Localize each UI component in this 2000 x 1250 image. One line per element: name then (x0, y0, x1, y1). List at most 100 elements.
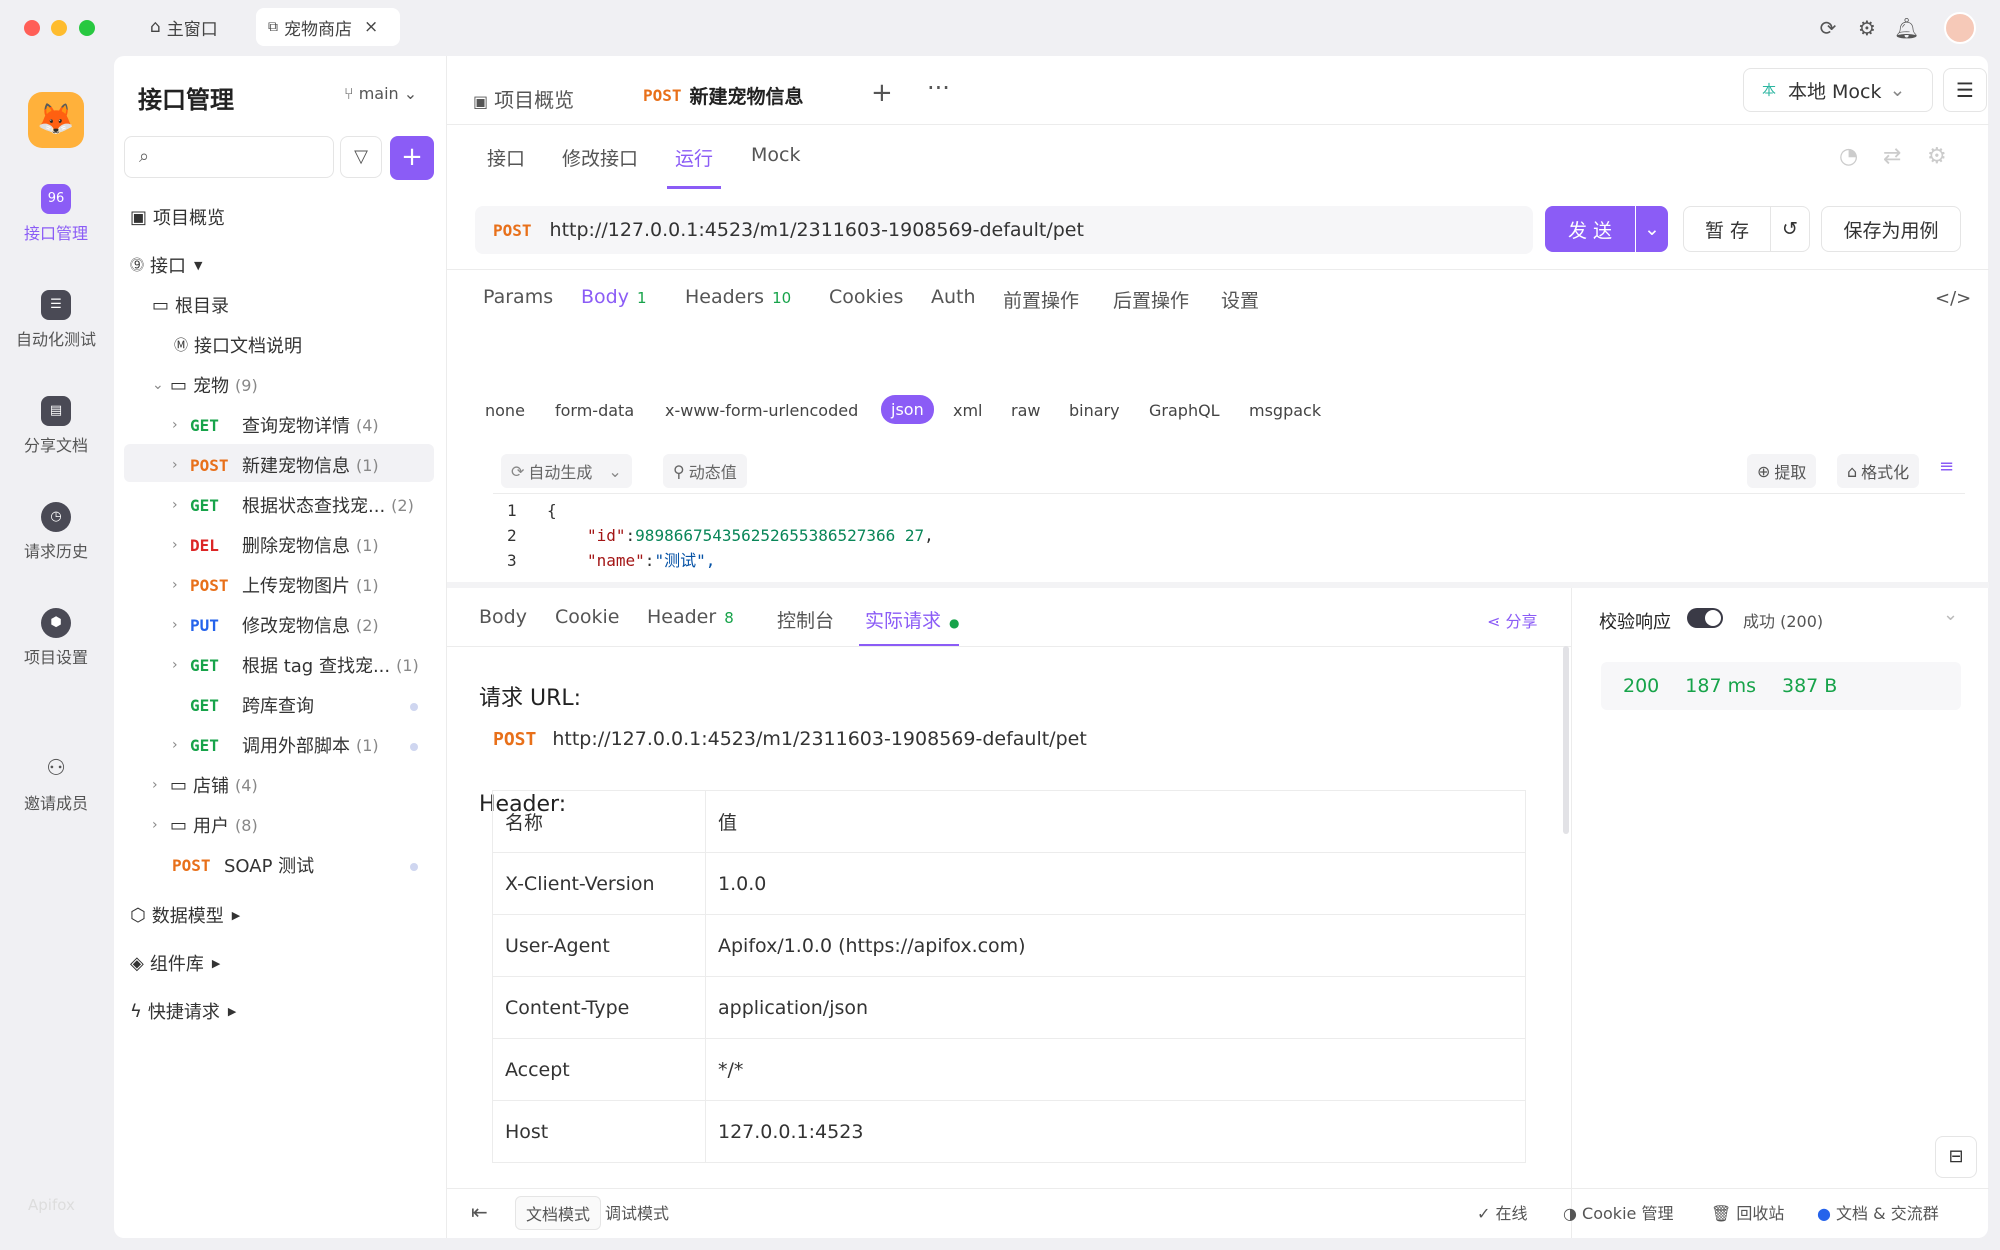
tab-settings[interactable]: 设置 (1221, 286, 1259, 313)
close-tab-icon[interactable]: × (364, 17, 378, 37)
tree-item-doc[interactable]: Ⓜ 接口文档说明 (174, 332, 302, 358)
save-draft-button[interactable]: 暂 存 (1683, 206, 1771, 252)
tree-item-api[interactable]: ⓽ 接口 ▼ (130, 252, 202, 278)
maximize-window-button[interactable] (79, 20, 95, 36)
scrollbar[interactable] (1563, 646, 1569, 834)
window-tab-home[interactable]: ⌂ 主窗口 (138, 8, 230, 46)
tree-item-components[interactable]: ◈ 组件库 ▶ (130, 950, 220, 976)
subtab-edit[interactable]: 修改接口 (562, 144, 638, 171)
rail-item-invite[interactable]: ⚇ 邀请成员 (0, 754, 112, 814)
subtab-api[interactable]: 接口 (487, 144, 525, 171)
tree-api-find-by-tag[interactable]: › GET 根据 tag 查找宠... (1) (172, 652, 419, 678)
close-window-button[interactable] (24, 20, 40, 36)
new-tab-button[interactable]: + (871, 78, 893, 108)
tree-item-quick-request[interactable]: ϟ 快捷请求 ▶ (130, 998, 236, 1024)
tree-api-upload-image[interactable]: › POST 上传宠物图片 (1) (172, 572, 379, 598)
menu-icon[interactable]: ☰ (1943, 68, 1987, 112)
rail-item-settings[interactable]: ⬢ 项目设置 (0, 608, 112, 668)
resize-handle[interactable] (447, 582, 1989, 588)
gear-icon[interactable]: ⚙ (1855, 16, 1879, 40)
cookie-manager-button[interactable]: ◑ Cookie 管理 (1563, 1200, 1673, 1224)
save-case-button[interactable]: 保存为用例 (1821, 206, 1961, 252)
minimize-window-button[interactable] (51, 20, 67, 36)
reset-button[interactable]: ↺ (1770, 206, 1810, 252)
tab-new-pet[interactable]: POST 新建宠物信息 (627, 68, 853, 124)
tree-api-external-script[interactable]: › GET 调用外部脚本 (1) (172, 732, 379, 758)
tab-body[interactable]: Body 1 (581, 286, 647, 308)
window-tab-petstore[interactable]: ⧉ 宠物商店 × (256, 8, 400, 46)
debug-mode-button[interactable]: 调试模式 (605, 1200, 669, 1224)
tree-api-get-pet[interactable]: › GET 查询宠物详情 (4) (172, 412, 379, 438)
subtab-mock[interactable]: Mock (751, 144, 800, 166)
rail-item-share-doc[interactable]: ▤ 分享文档 (0, 396, 112, 456)
tree-api-post-pet[interactable]: › POST 新建宠物信息 (1) (172, 452, 379, 478)
tab-params[interactable]: Params (483, 286, 553, 308)
tree-api-soap[interactable]: POST SOAP 测试 (172, 852, 314, 878)
bell-icon[interactable]: 🔔︎ (1894, 16, 1919, 40)
resp-tab-cookie[interactable]: Cookie (555, 606, 620, 628)
avatar[interactable] (1944, 12, 1976, 44)
tree-api-find-by-status[interactable]: › GET 根据状态查找宠... (2) (172, 492, 414, 518)
rail-item-api[interactable]: 96 接口管理 (0, 184, 112, 244)
wrap-icon[interactable]: ≡ (1939, 456, 1954, 477)
refresh-icon[interactable]: ⟳ (1816, 16, 1840, 40)
filter-button[interactable]: ▽ (340, 136, 382, 178)
tree-item-overview[interactable]: ▣ 项目概览 (130, 204, 225, 230)
body-type-msgpack[interactable]: msgpack (1249, 401, 1321, 420)
resp-tab-actual-request[interactable]: 实际请求 ● (865, 606, 960, 633)
body-type-graphql[interactable]: GraphQL (1149, 401, 1220, 420)
share-button[interactable]: ⋖ 分享 (1487, 608, 1538, 632)
doc-mode-button[interactable]: 文档模式 (515, 1196, 602, 1230)
more-icon[interactable]: ··· (927, 74, 950, 102)
body-type-xml[interactable]: xml (953, 401, 983, 420)
tree-folder-user[interactable]: › ▭ 用户 (8) (152, 812, 258, 838)
body-type-form-data[interactable]: form-data (555, 401, 634, 420)
gear-icon[interactable]: ⚙ (1927, 144, 1947, 169)
tree-api-delete-pet[interactable]: › DEL 删除宠物信息 (1) (172, 532, 379, 558)
subtab-run[interactable]: 运行 (675, 144, 713, 171)
extract-button[interactable]: ⊕ 提取 (1747, 454, 1817, 488)
url-input[interactable]: http://127.0.0.1:4523/m1/2311603-1908569… (550, 219, 1084, 241)
add-button[interactable]: + (390, 136, 434, 180)
search-input[interactable]: ⌕ (124, 136, 334, 178)
tree-folder-pet[interactable]: ⌄ ▭ 宠物 (9) (152, 372, 258, 398)
tree-item-root[interactable]: ▭ 根目录 (152, 292, 229, 318)
rail-item-autotest[interactable]: ☰ 自动化测试 (0, 290, 112, 350)
json-editor[interactable]: { "id":989866754356252655386527366 27, "… (547, 498, 1967, 578)
history-icon[interactable]: ◔ (1839, 144, 1858, 169)
tab-overview[interactable]: ▣ 项目概览 (473, 84, 574, 113)
url-bar[interactable]: POST http://127.0.0.1:4523/m1/2311603-19… (475, 206, 1533, 254)
tree-api-update-pet[interactable]: › PUT 修改宠物信息 (2) (172, 612, 379, 638)
resp-tab-header[interactable]: Header 8 (647, 606, 734, 628)
format-button[interactable]: ⌂ 格式化 (1837, 454, 1920, 488)
tree-folder-store[interactable]: › ▭ 店铺 (4) (152, 772, 258, 798)
body-type-json[interactable]: json (881, 395, 934, 424)
trash-button[interactable]: 🗑︎ 回收站 (1711, 1200, 1784, 1224)
layout-icon[interactable]: ⊟ (1935, 1136, 1977, 1178)
validate-toggle[interactable] (1687, 608, 1723, 628)
online-status[interactable]: ✓ 在线 (1477, 1200, 1528, 1224)
body-type-raw[interactable]: raw (1011, 401, 1040, 420)
diff-icon[interactable]: ⇄ (1883, 144, 1901, 169)
tab-pre-script[interactable]: 前置操作 (1003, 286, 1079, 313)
collapse-sidebar-icon[interactable]: ⇤ (471, 1200, 488, 1224)
tree-item-schemas[interactable]: ⬡ 数据模型 ▶ (130, 902, 240, 928)
tree-api-cross-db[interactable]: GET 跨库查询 (190, 692, 314, 718)
code-icon[interactable]: </> (1935, 288, 1971, 309)
body-type-none[interactable]: none (485, 401, 525, 420)
resp-tab-body[interactable]: Body (479, 606, 527, 628)
dynamic-value-button[interactable]: ⚲ 动态值 (663, 454, 747, 488)
tab-headers[interactable]: Headers 10 (685, 286, 791, 308)
branch-selector[interactable]: ⑂ main ⌄ (344, 84, 417, 103)
resp-tab-console[interactable]: 控制台 (777, 606, 834, 633)
body-type-urlencoded[interactable]: x-www-form-urlencoded (665, 401, 858, 420)
project-logo[interactable]: 🦊 (28, 92, 84, 148)
environment-select[interactable]: 本本地 Mock ⌄ (1743, 68, 1933, 112)
tab-auth[interactable]: Auth (931, 286, 976, 308)
community-button[interactable]: ● 文档 & 交流群 (1817, 1200, 1939, 1224)
chevron-down-icon[interactable]: ⌄ (1943, 604, 1958, 625)
validate-result-select[interactable]: 成功 (200) (1743, 608, 1823, 632)
auto-generate-button[interactable]: ⟳ 自动生成 ⌄ (501, 454, 632, 488)
tab-cookies[interactable]: Cookies (829, 286, 903, 308)
send-options-button[interactable]: ⌄ (1636, 206, 1668, 252)
